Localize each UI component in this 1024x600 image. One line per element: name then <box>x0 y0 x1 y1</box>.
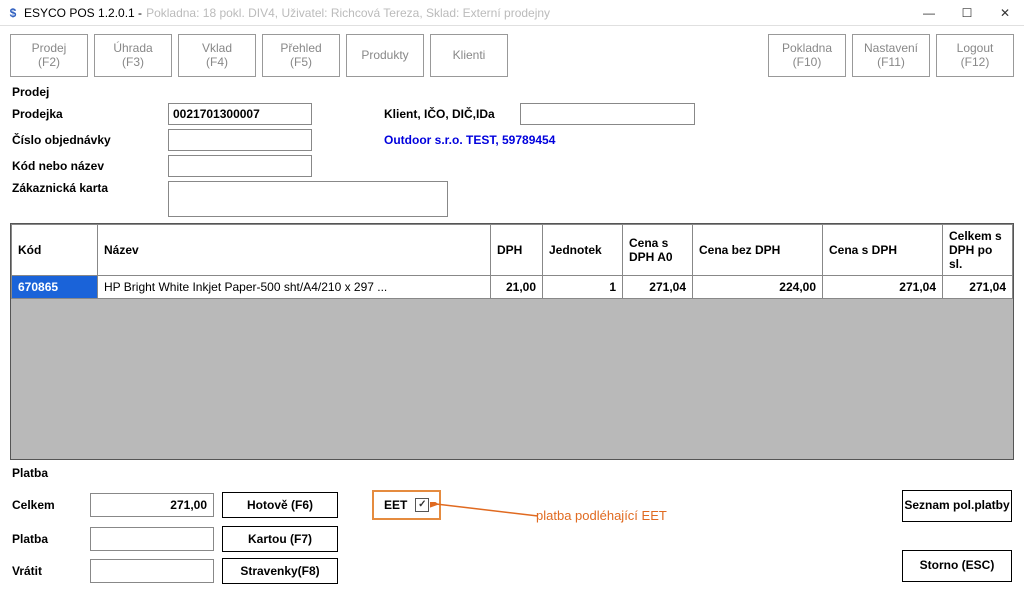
cell-celkem[interactable]: 271,04 <box>943 275 1013 298</box>
nastaveni-button[interactable]: Nastavení (F11) <box>852 34 930 77</box>
col-cena-s-dph[interactable]: Cena s DPH <box>823 224 943 275</box>
window-title-app: ESYCO POS 1.2.0.1 - <box>24 6 142 20</box>
celkem-input[interactable] <box>90 493 214 517</box>
klient-label: Klient, IČO, DIČ,IDa <box>384 107 514 121</box>
vklad-button[interactable]: Vklad (F4) <box>178 34 256 77</box>
kartou-button[interactable]: Kartou (F7) <box>222 526 338 552</box>
vratit-input[interactable] <box>90 559 214 583</box>
title-bar: $ ESYCO POS 1.2.0.1 - Pokladna: 18 pokl.… <box>0 0 1024 26</box>
grid-header-row: Kód Název DPH Jednotek Cena s DPH A0 Cen… <box>12 224 1013 275</box>
col-jednotek[interactable]: Jednotek <box>543 224 623 275</box>
platba-input[interactable] <box>90 527 214 551</box>
eet-label: EET <box>384 498 407 512</box>
cell-jednotek[interactable]: 1 <box>543 275 623 298</box>
col-celkem[interactable]: Celkem s DPH po sl. <box>943 224 1013 275</box>
kod-label: Kód nebo název <box>12 159 162 173</box>
client-link[interactable]: Outdoor s.r.o. TEST, 59789454 <box>384 133 555 147</box>
objednavka-label: Číslo objednávky <box>12 133 162 147</box>
app-icon: $ <box>6 6 20 20</box>
prehled-button[interactable]: Přehled (F5) <box>262 34 340 77</box>
cell-cena-bez-dph[interactable]: 224,00 <box>693 275 823 298</box>
grid-empty-area <box>11 299 1013 459</box>
uhrada-button[interactable]: Úhrada (F3) <box>94 34 172 77</box>
col-cena-bez-dph[interactable]: Cena bez DPH <box>693 224 823 275</box>
col-nazev[interactable]: Název <box>98 224 491 275</box>
table-row[interactable]: 670865 HP Bright White Inkjet Paper-500 … <box>12 275 1013 298</box>
cell-nazev[interactable]: HP Bright White Inkjet Paper-500 sht/A4/… <box>98 275 491 298</box>
objednavka-input[interactable] <box>168 129 312 151</box>
main-toolbar: Prodej (F2) Úhrada (F3) Vklad (F4) Přehl… <box>0 26 1024 85</box>
pokladna-button[interactable]: Pokladna (F10) <box>768 34 846 77</box>
cell-kod[interactable]: 670865 <box>12 275 98 298</box>
cell-cena-dph-a0[interactable]: 271,04 <box>623 275 693 298</box>
celkem-label: Celkem <box>12 498 82 512</box>
cell-dph[interactable]: 21,00 <box>491 275 543 298</box>
sale-form: Prodejka Klient, IČO, DIČ,IDa Číslo obje… <box>0 103 1024 217</box>
storno-button[interactable]: Storno (ESC) <box>902 550 1012 582</box>
col-dph[interactable]: DPH <box>491 224 543 275</box>
karta-label: Zákaznická karta <box>12 181 162 195</box>
prodejka-label: Prodejka <box>12 107 162 121</box>
payment-panel: Celkem Hotově (F6) EET ✓ Platba Kartou (… <box>0 484 1024 600</box>
vratit-label: Vrátit <box>12 564 82 578</box>
stravenky-button[interactable]: Stravenky(F8) <box>222 558 338 584</box>
platba-label: Platba <box>12 532 82 546</box>
seznam-button[interactable]: Seznam pol.platby <box>902 490 1012 522</box>
window-title-context: Pokladna: 18 pokl. DIV4, Uživatel: Richc… <box>146 6 550 20</box>
sale-section-label: Prodej <box>0 85 1024 103</box>
produkty-button[interactable]: Produkty <box>346 34 424 77</box>
klient-input[interactable] <box>520 103 695 125</box>
items-grid: Kód Název DPH Jednotek Cena s DPH A0 Cen… <box>10 223 1014 460</box>
minimize-button[interactable]: — <box>910 0 948 26</box>
prodej-button[interactable]: Prodej (F2) <box>10 34 88 77</box>
payment-section-label: Platba <box>0 460 1024 484</box>
logout-button[interactable]: Logout (F12) <box>936 34 1014 77</box>
col-kod[interactable]: Kód <box>12 224 98 275</box>
close-button[interactable]: ✕ <box>986 0 1024 26</box>
cell-cena-s-dph[interactable]: 271,04 <box>823 275 943 298</box>
col-cena-dph-a0[interactable]: Cena s DPH A0 <box>623 224 693 275</box>
prodejka-input[interactable] <box>168 103 312 125</box>
hotove-button[interactable]: Hotově (F6) <box>222 492 338 518</box>
kod-input[interactable] <box>168 155 312 177</box>
eet-box[interactable]: EET ✓ <box>372 490 441 520</box>
annotation-text: platba podléhající EET <box>536 508 667 523</box>
klienti-button[interactable]: Klienti <box>430 34 508 77</box>
maximize-button[interactable]: ☐ <box>948 0 986 26</box>
karta-input[interactable] <box>168 181 448 217</box>
eet-checkbox[interactable]: ✓ <box>415 498 429 512</box>
